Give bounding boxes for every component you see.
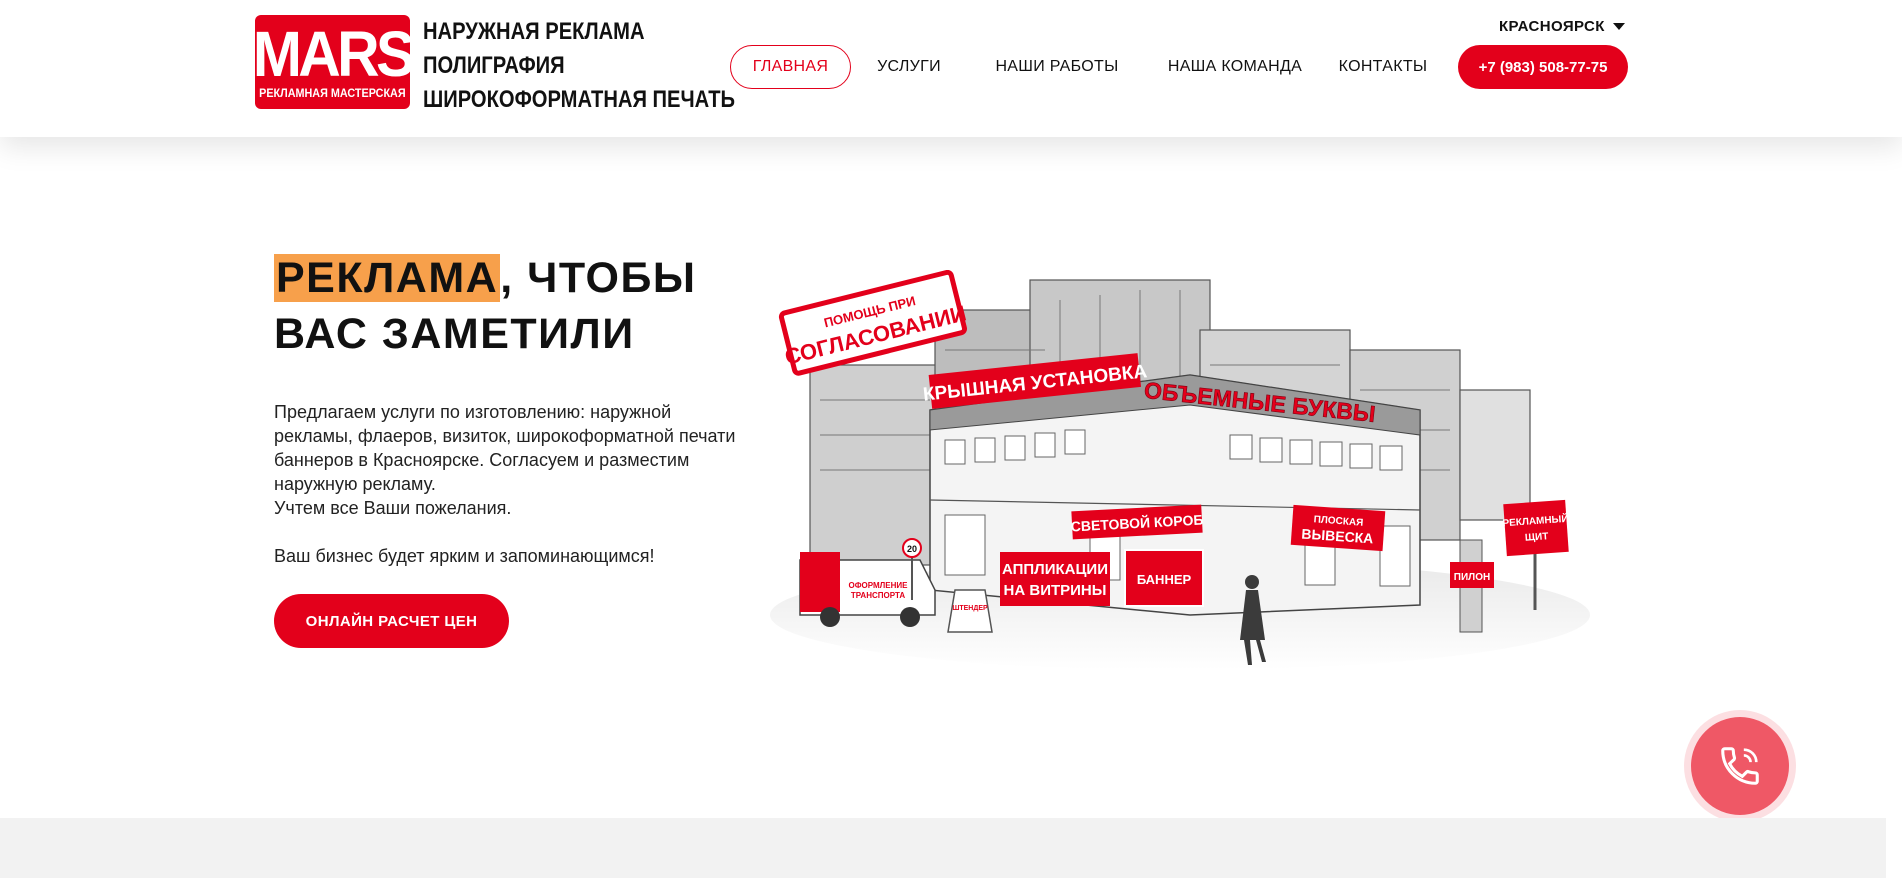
speed-sign-text: 20 xyxy=(907,544,917,554)
call-widget-button[interactable] xyxy=(1691,717,1789,815)
a-frame-sign: ШТЕНДЕР xyxy=(947,589,993,633)
tagline-line: ПОЛИГРАФИЯ xyxy=(423,52,565,79)
phone-button[interactable]: +7 (983) 508-77-75 xyxy=(1458,45,1628,89)
nav-item-works[interactable]: НАШИ РАБОТЫ xyxy=(984,45,1130,89)
nav-item-services[interactable]: УСЛУГИ xyxy=(864,45,954,89)
nav-item-contacts[interactable]: КОНТАКТЫ xyxy=(1334,45,1432,89)
call-widget[interactable] xyxy=(1684,710,1796,822)
hero-description-main: Предлагаем услуги по изготовлению: наруж… xyxy=(274,402,736,494)
van-text-1: ОФОРМЛЕНИЕ xyxy=(849,581,909,590)
site-header: MARS РЕКЛАМНАЯ МАСТЕРСКАЯ НАРУЖНАЯ РЕКЛА… xyxy=(0,0,1902,137)
van-text-2: ТРАНСПОРТА xyxy=(851,591,905,600)
banner-text: БАННЕР xyxy=(1137,572,1192,587)
branded-van: ОФОРМЛЕНИЕ ТРАНСПОРТА xyxy=(799,552,936,627)
tagline-line: НАРУЖНАЯ РЕКЛАМА xyxy=(423,18,645,45)
price-calc-button[interactable]: ОНЛАЙН РАСЧЕТ ЦЕН xyxy=(274,594,509,648)
hero-description-wishes: Учтем все Ваши пожелания. xyxy=(274,498,512,518)
pylon-text: ПИЛОН xyxy=(1454,572,1490,583)
city-selector[interactable]: КРАСНОЯРСК xyxy=(1499,18,1625,35)
billboard-text-2: ЩИТ xyxy=(1525,531,1549,544)
appliques-text-1: АППЛИКАЦИИ xyxy=(1002,561,1108,578)
hero-title: РЕКЛАМА, ЧТОБЫ ВАС ЗАМЕТИЛИ xyxy=(274,250,696,362)
a-frame-text: ШТЕНДЕР xyxy=(952,605,988,612)
next-section-band xyxy=(0,818,1902,878)
flat-sign: ПЛОСКАЯ ВЫВЕСКА xyxy=(1290,504,1386,552)
hero-description: Предлагаем услуги по изготовлению: наруж… xyxy=(274,400,744,568)
caret-down-icon xyxy=(1612,23,1625,30)
hero-description-slogan: Ваш бизнес будет ярким и запоминающимся! xyxy=(274,546,655,566)
tagline: НАРУЖНАЯ РЕКЛАМА ПОЛИГРАФИЯ ШИРОКОФОРМАТ… xyxy=(423,15,735,117)
hero-title-rest: , ЧТОБЫ xyxy=(500,254,697,302)
storefront-illustration: ПОМОЩЬ ПРИ СОГЛАСОВАНИИ КРЫШНАЯ УСТАНОВК… xyxy=(770,270,1590,670)
city-label: КРАСНОЯРСК xyxy=(1499,18,1605,35)
tagline-line: ШИРОКОФОРМАТНАЯ ПЕЧАТЬ xyxy=(423,86,736,113)
window-graphics: АППЛИКАЦИИ НА ВИТРИНЫ БАННЕР xyxy=(1000,549,1204,607)
logo-word: MARS xyxy=(253,18,415,90)
hero-title-highlight: РЕКЛАМА xyxy=(274,254,501,302)
nav-item-home[interactable]: ГЛАВНАЯ xyxy=(730,45,851,89)
logo-subtitle: РЕКЛАМНАЯ МАСТЕРСКАЯ xyxy=(259,86,406,100)
nav-item-team[interactable]: НАША КОМАНДА xyxy=(1160,45,1310,89)
phone-icon xyxy=(1721,747,1759,785)
appliques-text-2: НА ВИТРИНЫ xyxy=(1004,582,1107,599)
logo[interactable]: MARS РЕКЛАМНАЯ МАСТЕРСКАЯ xyxy=(253,15,416,109)
hero-title-line2: ВАС ЗАМЕТИЛИ xyxy=(274,310,635,358)
